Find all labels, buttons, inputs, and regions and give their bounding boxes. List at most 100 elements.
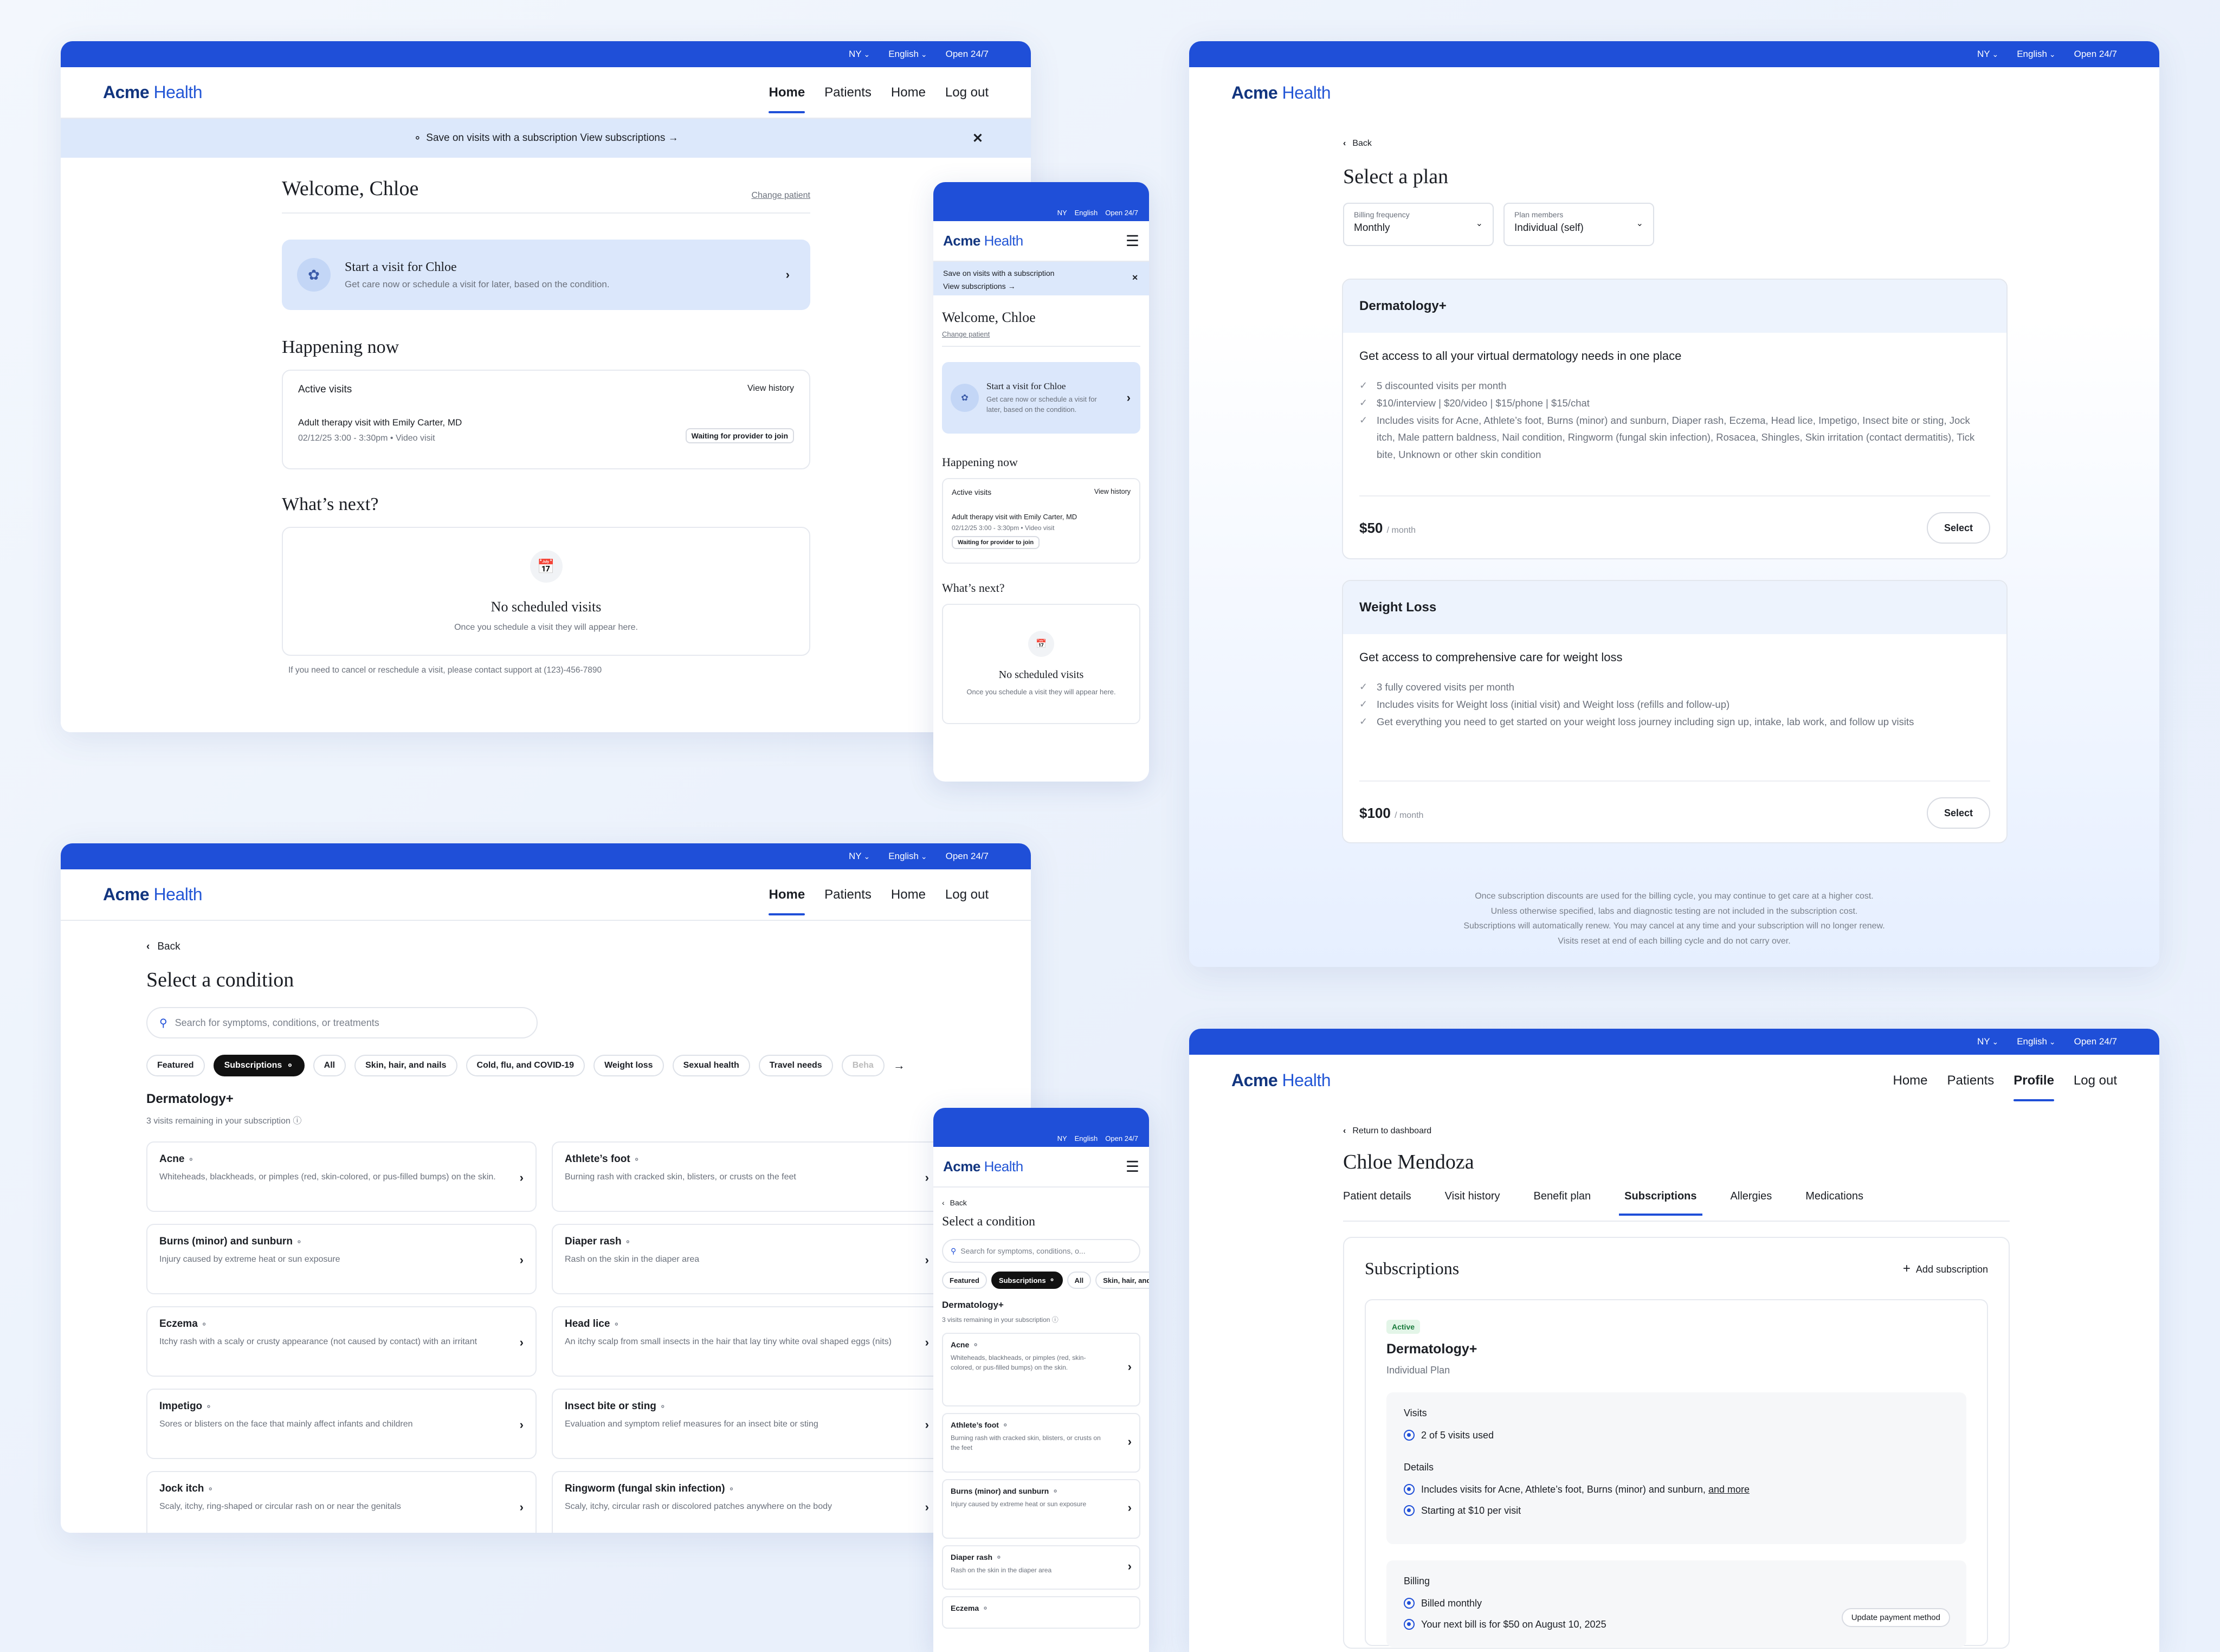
condition-card[interactable]: Ringworm (fungal skin infection) ⚬ Scaly, … [552,1471,942,1533]
banner-text: Save on visits with a subscription View … [426,132,679,144]
search-input[interactable]: ⚲ Search for symptoms, conditions, or tr… [146,1007,538,1038]
filter-featured[interactable]: Featured [146,1055,205,1076]
nav-patients[interactable]: Patients [824,883,872,907]
condition-card[interactable]: Insect bite or sting ⚬ Evaluation and symp… [552,1389,942,1459]
language-selector[interactable]: English [2017,1036,2055,1047]
filter-all[interactable]: All [313,1055,346,1076]
filter-travel[interactable]: Travel needs [758,1055,833,1076]
back-link[interactable]: ‹ Back [1343,139,2010,149]
m-condition-card[interactable]: Eczema ⚬ [942,1596,1140,1629]
m-condition-card[interactable]: Diaper rash ⚬ Rash on the skin in the diap… [942,1545,1140,1590]
nav-patients[interactable]: Patients [824,81,872,105]
tab-visit-history[interactable]: Visit history [1445,1190,1500,1215]
tab-patient-details[interactable]: Patient details [1343,1190,1411,1215]
state-selector[interactable]: NY [1977,1036,1998,1047]
logo[interactable]: Acme Health [1231,1070,1331,1090]
logo[interactable]: Acme Health [943,233,1023,249]
filter-skin[interactable]: Skin, hair, and nails [354,1055,457,1076]
logo[interactable]: Acme Health [1231,83,1331,103]
condition-name: Head lice [565,1318,610,1330]
filter-sexual-health[interactable]: Sexual health [672,1055,750,1076]
filter-subscriptions[interactable]: Subscriptions ⚬ [213,1055,305,1076]
state-selector[interactable]: NY [1977,49,1998,60]
state-selector[interactable]: NY [849,49,870,60]
m-condition-card[interactable]: Athlete’s foot ⚬ Burning rash with cracked… [942,1413,1140,1473]
tag-icon: ⚬ [659,1402,666,1411]
view-history-link[interactable]: View history [747,384,794,396]
tab-benefit-plan[interactable]: Benefit plan [1534,1190,1591,1215]
condition-card[interactable]: Jock itch ⚬ Scaly, itchy, ring-shaped or c… [146,1471,537,1533]
details-text: Starting at $10 per visit [1421,1505,1521,1516]
select-button[interactable]: Select [1926,797,1990,829]
m-search-input[interactable]: ⚲ Search for symptoms, conditions, o... [942,1239,1140,1263]
tab-subscriptions[interactable]: Subscriptions [1619,1190,1702,1216]
condition-card[interactable]: Acne ⚬ Whiteheads, blackheads, or pimples … [146,1141,537,1212]
m-filter-all[interactable]: All [1067,1272,1092,1289]
nav-home[interactable]: Home [769,81,805,113]
arrow-right-icon[interactable]: → [893,1059,905,1073]
m-change-patient[interactable]: Change patient [942,330,1140,347]
condition-card[interactable]: Athlete’s foot ⚬ Burning rash with cracked… [552,1141,942,1212]
m-condition-name: Eczema [951,1604,979,1612]
filter-behavioral[interactable]: Beha [841,1055,885,1076]
condition-card[interactable]: Head lice ⚬ An itchy scalp from small inse… [552,1306,942,1377]
plan-benefit: $10/interview | $20/video | $15/phone | … [1359,395,1990,412]
close-icon[interactable]: ✕ [1132,272,1138,285]
menu-icon[interactable]: ☰ [1126,1158,1139,1176]
m-back-link[interactable]: ‹ Back [942,1198,1140,1207]
plan-members-select[interactable]: Plan members Individual (self) ⌄ [1503,203,1654,246]
filter-weight-loss[interactable]: Weight loss [593,1055,664,1076]
m-state[interactable]: NY [1057,209,1067,217]
condition-card[interactable]: Impetigo ⚬ Sores or blisters on the face t… [146,1389,537,1459]
m-start-visit-card[interactable]: ✿ Start a visit for Chloe Get care now o… [942,362,1140,434]
close-icon[interactable]: ✕ [972,131,983,146]
subscription-banner[interactable]: ⚬ Save on visits with a subscription Vie… [61,119,1031,158]
filter-cold-flu[interactable]: Cold, flu, and COVID-19 [466,1055,585,1076]
language-selector[interactable]: English [888,49,927,60]
nav-patients[interactable]: Patients [1947,1069,1995,1093]
m-language[interactable]: English [1075,1134,1098,1143]
nav-home-2[interactable]: Home [891,81,926,105]
condition-card[interactable]: Diaper rash ⚬ Rash on the skin in the diap… [552,1224,942,1294]
condition-name: Insect bite or sting [565,1401,656,1412]
return-link[interactable]: ‹ Return to dashboard [1343,1126,2010,1136]
menu-icon[interactable]: ☰ [1126,232,1139,250]
update-payment-button[interactable]: Update payment method [1841,1608,1950,1627]
add-subscription-button[interactable]: + Add subscription [1903,1261,1988,1276]
and-more-link[interactable]: and more [1708,1484,1750,1495]
language-selector[interactable]: English [2017,49,2055,60]
nav-logout[interactable]: Log out [2074,1069,2117,1093]
billing-frequency-select[interactable]: Billing frequency Monthly ⌄ [1343,203,1494,246]
nav-home[interactable]: Home [769,883,805,915]
m-filter-featured[interactable]: Featured [942,1272,987,1289]
nav-home-2[interactable]: Home [891,883,926,907]
m-state[interactable]: NY [1057,1134,1067,1143]
m-condition-card[interactable]: Acne ⚬ Whiteheads, blackheads, or pimples … [942,1333,1140,1406]
m-filter-skin[interactable]: Skin, hair, and nails [1095,1272,1149,1289]
tab-allergies[interactable]: Allergies [1731,1190,1772,1215]
condition-name: Jock itch [159,1483,204,1494]
state-selector[interactable]: NY [849,851,870,862]
start-visit-card[interactable]: ✿ Start a visit for Chloe Get care now o… [282,240,810,310]
condition-card[interactable]: Burns (minor) and sunburn ⚬ Injury caused … [146,1224,537,1294]
tab-medications[interactable]: Medications [1805,1190,1863,1215]
change-patient-link[interactable]: Change patient [751,191,810,201]
back-link[interactable]: ‹ Back [146,941,1014,953]
nav-logout[interactable]: Log out [945,81,989,105]
select-button[interactable]: Select [1926,512,1990,544]
profile-tabs: Patient details Visit history Benefit pl… [1343,1190,2010,1222]
return-label: Return to dashboard [1352,1126,1432,1135]
logo[interactable]: Acme Health [943,1158,1023,1175]
m-language[interactable]: English [1075,209,1098,217]
m-view-history[interactable]: View history [1094,488,1131,496]
condition-card[interactable]: Eczema ⚬ Itchy rash with a scaly or crusty… [146,1306,537,1377]
nav-home[interactable]: Home [1893,1069,1927,1093]
logo[interactable]: Acme Health [103,82,203,102]
mobile-banner[interactable]: Save on visits with a subscription View … [933,262,1149,295]
m-filter-subscriptions[interactable]: Subscriptions ⚬ [991,1272,1063,1289]
nav-logout[interactable]: Log out [945,883,989,907]
m-condition-card[interactable]: Burns (minor) and sunburn ⚬ Injury caused … [942,1479,1140,1539]
nav-profile[interactable]: Profile [2014,1069,2054,1101]
language-selector[interactable]: English [888,851,927,862]
logo[interactable]: Acme Health [103,885,203,905]
